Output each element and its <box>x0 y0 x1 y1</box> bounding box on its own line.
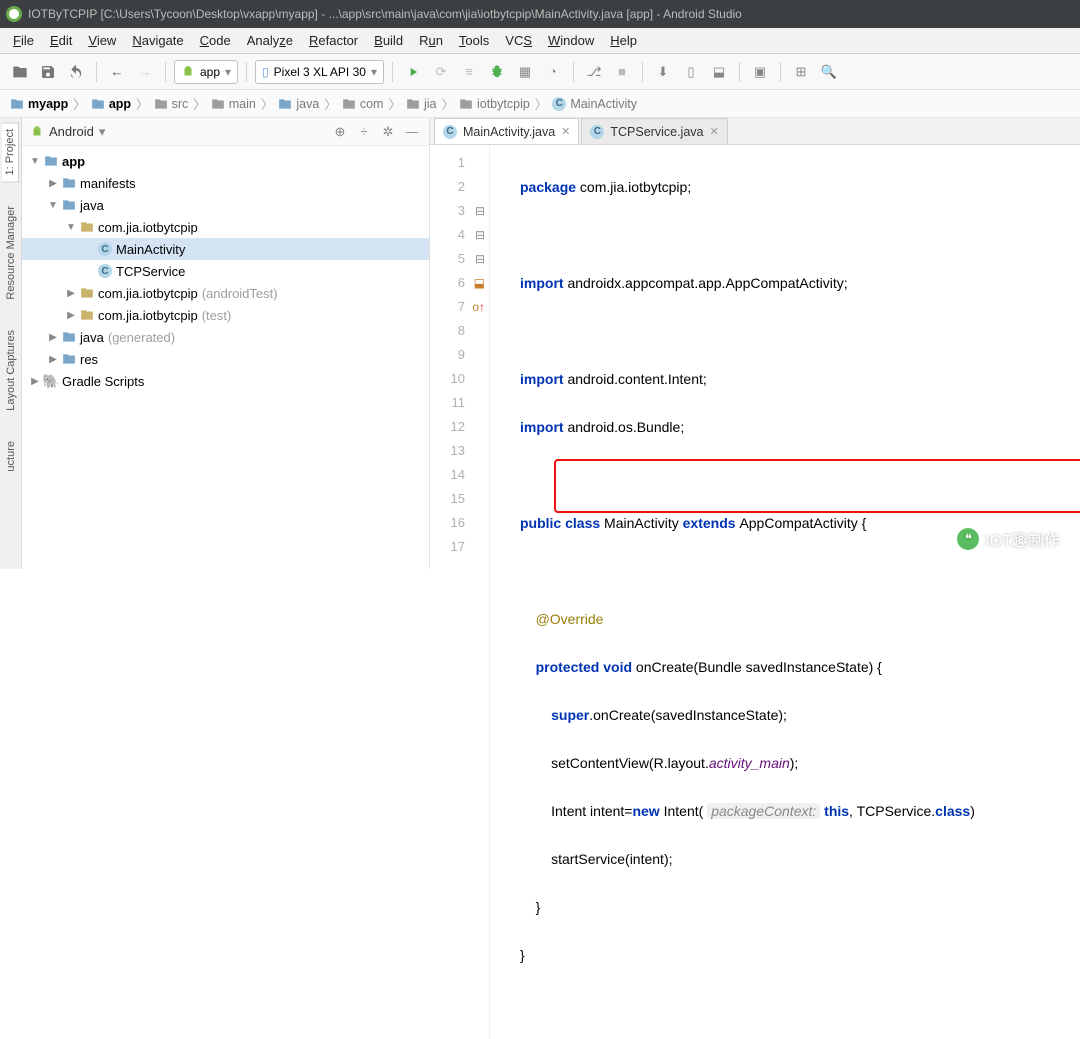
sdk-manager-icon[interactable]: ⬓ <box>707 60 731 84</box>
apply-code-icon[interactable]: ≡ <box>457 60 481 84</box>
hide-icon[interactable]: — <box>403 123 421 141</box>
toolbar: ← → app ▾ ▯ Pixel 3 XL API 30 ▾ ⟳ ≡ ▦ ◔ … <box>0 54 1080 90</box>
tree-row[interactable]: ▼com.jia.iotbytcpip <box>22 216 429 238</box>
menu-refactor[interactable]: Refactor <box>302 30 365 51</box>
rail-structure[interactable]: ucture <box>3 435 19 478</box>
run-config-selector[interactable]: app ▾ <box>174 60 238 84</box>
separator <box>739 62 740 82</box>
tree-row[interactable]: ▶manifests <box>22 172 429 194</box>
crumb-myapp[interactable]: myapp <box>10 97 68 111</box>
menu-window[interactable]: Window <box>541 30 601 51</box>
separator <box>573 62 574 82</box>
wechat-icon: ❝ <box>957 528 979 550</box>
gutter-marks: ⊟ ⊟⊟ ⬓ o↑ <box>472 151 485 319</box>
layout-inspector-icon[interactable]: ▣ <box>748 60 772 84</box>
close-icon[interactable]: ✕ <box>561 125 570 138</box>
crumb-java[interactable]: java <box>278 97 319 111</box>
crumb-app[interactable]: app <box>91 97 131 111</box>
forward-icon[interactable]: → <box>133 60 157 84</box>
crumb-jia[interactable]: jia <box>406 97 437 111</box>
device-selector[interactable]: ▯ Pixel 3 XL API 30 ▾ <box>255 60 384 84</box>
attach-debugger-icon[interactable]: ⎇ <box>582 60 606 84</box>
sync-icon[interactable] <box>64 60 88 84</box>
tree-row[interactable]: ▼app <box>22 150 429 172</box>
tree-row[interactable]: ▶🐘Gradle Scripts <box>22 370 429 392</box>
project-panel: Android ▾ ⊕ ÷ ✲ — ▼app▶manifests▼java▼co… <box>22 118 430 569</box>
rail-layout-captures[interactable]: Layout Captures <box>3 324 19 417</box>
rail-resource-manager[interactable]: Resource Manager <box>3 200 19 306</box>
search-icon[interactable]: 🔍 <box>817 60 841 84</box>
crumb-src[interactable]: src <box>154 97 189 111</box>
android-studio-logo-icon <box>6 6 22 22</box>
separator <box>780 62 781 82</box>
menu-build[interactable]: Build <box>367 30 410 51</box>
target-icon[interactable]: ⊕ <box>331 123 349 141</box>
menu-file[interactable]: File <box>6 30 41 51</box>
editor-area: CMainActivity.java✕ CTCPService.java✕ ⊟ … <box>430 118 1080 569</box>
apply-changes-icon[interactable]: ⟳ <box>429 60 453 84</box>
code-area[interactable]: ⊟ ⊟⊟ ⬓ o↑ 1234567891011121314151617 pack… <box>430 145 1080 1039</box>
crumb-iotbytcpip[interactable]: iotbytcpip <box>459 97 530 111</box>
project-header: Android ▾ ⊕ ÷ ✲ — <box>22 118 429 146</box>
debug-icon[interactable] <box>485 60 509 84</box>
watermark: ❝ IOT趣制作 <box>957 527 1060 551</box>
tree-row[interactable]: ▼java <box>22 194 429 216</box>
tree-row[interactable]: ▶com.jia.iotbytcpip (androidTest) <box>22 282 429 304</box>
tree-row[interactable]: ▶res <box>22 348 429 370</box>
profile-icon[interactable]: ◔ <box>541 60 565 84</box>
project-tree: ▼app▶manifests▼java▼com.jia.iotbytcpipCM… <box>22 146 429 569</box>
save-icon[interactable] <box>36 60 60 84</box>
code-content[interactable]: package com.jia.iotbytcpip; import andro… <box>490 145 1080 1039</box>
menu-edit[interactable]: Edit <box>43 30 79 51</box>
project-view-label[interactable]: Android <box>49 124 94 139</box>
tree-row[interactable]: CMainActivity <box>22 238 429 260</box>
close-icon[interactable]: ✕ <box>709 125 718 138</box>
window-title: IOTByTCPIP [C:\Users\Tycoon\Desktop\vxap… <box>28 7 742 21</box>
menu-code[interactable]: Code <box>193 30 238 51</box>
crumb-mainactivity[interactable]: CMainActivity <box>552 97 637 111</box>
tree-row[interactable]: CTCPService <box>22 260 429 282</box>
title-bar: IOTByTCPIP [C:\Users\Tycoon\Desktop\vxap… <box>0 0 1080 28</box>
tree-row[interactable]: ▶com.jia.iotbytcpip (test) <box>22 304 429 326</box>
run-icon[interactable] <box>401 60 425 84</box>
open-icon[interactable] <box>8 60 32 84</box>
collapse-icon[interactable]: ÷ <box>355 123 373 141</box>
coverage-icon[interactable]: ▦ <box>513 60 537 84</box>
separator <box>96 62 97 82</box>
menu-tools[interactable]: Tools <box>452 30 496 51</box>
crumb-com[interactable]: com <box>342 97 384 111</box>
menu-help[interactable]: Help <box>603 30 644 51</box>
separator <box>392 62 393 82</box>
rail-project[interactable]: 1: Project <box>2 122 19 182</box>
tab-mainactivity[interactable]: CMainActivity.java✕ <box>434 118 579 144</box>
stop-icon[interactable]: ■ <box>610 60 634 84</box>
avd-manager-icon[interactable]: ▯ <box>679 60 703 84</box>
highlight-box <box>554 459 1080 513</box>
menu-run[interactable]: Run <box>412 30 450 51</box>
editor-tabs: CMainActivity.java✕ CTCPService.java✕ <box>430 118 1080 145</box>
menu-bar: File Edit View Navigate Code Analyze Ref… <box>0 28 1080 54</box>
separator <box>246 62 247 82</box>
menu-analyze[interactable]: Analyze <box>240 30 300 51</box>
tree-row[interactable]: ▶java (generated) <box>22 326 429 348</box>
menu-navigate[interactable]: Navigate <box>125 30 190 51</box>
menu-view[interactable]: View <box>81 30 123 51</box>
breadcrumb: myapp〉 app〉 src〉 main〉 java〉 com〉 jia〉 i… <box>0 90 1080 118</box>
tab-tcpservice[interactable]: CTCPService.java✕ <box>581 118 727 144</box>
separator <box>165 62 166 82</box>
vcs-update-icon[interactable]: ⬇ <box>651 60 675 84</box>
left-tool-rail: 1: Project Resource Manager Layout Captu… <box>0 118 22 569</box>
separator <box>642 62 643 82</box>
gear-icon[interactable]: ✲ <box>379 123 397 141</box>
back-icon[interactable]: ← <box>105 60 129 84</box>
run-config-label: app <box>200 65 220 79</box>
structure-icon[interactable]: ⊞ <box>789 60 813 84</box>
crumb-main[interactable]: main <box>211 97 256 111</box>
gutter: ⊟ ⊟⊟ ⬓ o↑ 1234567891011121314151617 <box>430 145 490 1039</box>
menu-vcs[interactable]: VCS <box>498 30 539 51</box>
device-label: Pixel 3 XL API 30 <box>274 65 366 79</box>
